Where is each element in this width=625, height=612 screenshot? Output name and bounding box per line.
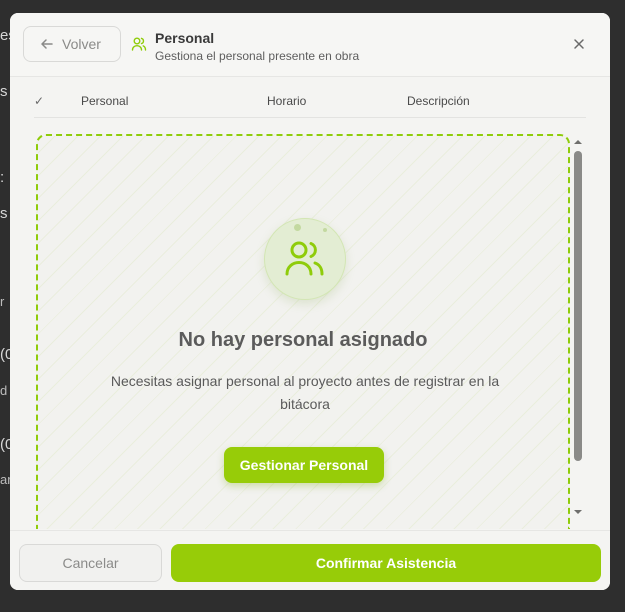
close-icon[interactable] (572, 37, 586, 51)
decorative-dot (323, 228, 327, 232)
personal-dialog: Volver Personal Gestiona el personal pre… (10, 13, 610, 590)
background-text: r (0, 294, 5, 309)
arrow-left-icon (41, 39, 53, 49)
decorative-dot (294, 224, 301, 231)
table-header: ✓ Personal Horario Descripción (34, 89, 586, 118)
column-select: ✓ (34, 94, 45, 108)
manage-personnel-button[interactable]: Gestionar Personal (224, 447, 384, 483)
confirm-attendance-button[interactable]: Confirmar Asistencia (171, 544, 601, 582)
empty-state-icon-circle (264, 218, 346, 300)
background-text: s (0, 205, 8, 222)
background-text: s (0, 83, 8, 100)
column-horario: Horario (267, 94, 307, 108)
users-icon (285, 241, 324, 276)
background-text: : (0, 169, 5, 186)
column-personal: Personal (81, 94, 129, 108)
empty-state-title: No hay personal asignado (178, 329, 428, 351)
dialog-subtitle: Gestiona el personal presente en obra (155, 49, 360, 63)
dialog-header: Volver Personal Gestiona el personal pre… (10, 13, 610, 77)
empty-state: No hay personal asignado Necesitas asign… (36, 134, 570, 529)
background-text: d (0, 383, 8, 398)
back-button[interactable]: Volver (23, 26, 121, 62)
dialog-footer: Cancelar Confirmar Asistencia (10, 530, 610, 590)
dialog-title: Personal (155, 30, 215, 46)
scroll-down-arrow-icon[interactable] (573, 507, 583, 517)
users-icon (131, 37, 147, 51)
column-descripcion: Descripción (407, 94, 470, 108)
back-button-label: Volver (62, 36, 101, 52)
scrollbar-thumb[interactable] (574, 151, 582, 461)
empty-state-description: Necesitas asignar personal al proyecto a… (110, 373, 500, 412)
scrollbar[interactable] (572, 137, 584, 519)
cancel-button[interactable]: Cancelar (19, 544, 162, 582)
scroll-up-arrow-icon[interactable] (573, 137, 583, 147)
